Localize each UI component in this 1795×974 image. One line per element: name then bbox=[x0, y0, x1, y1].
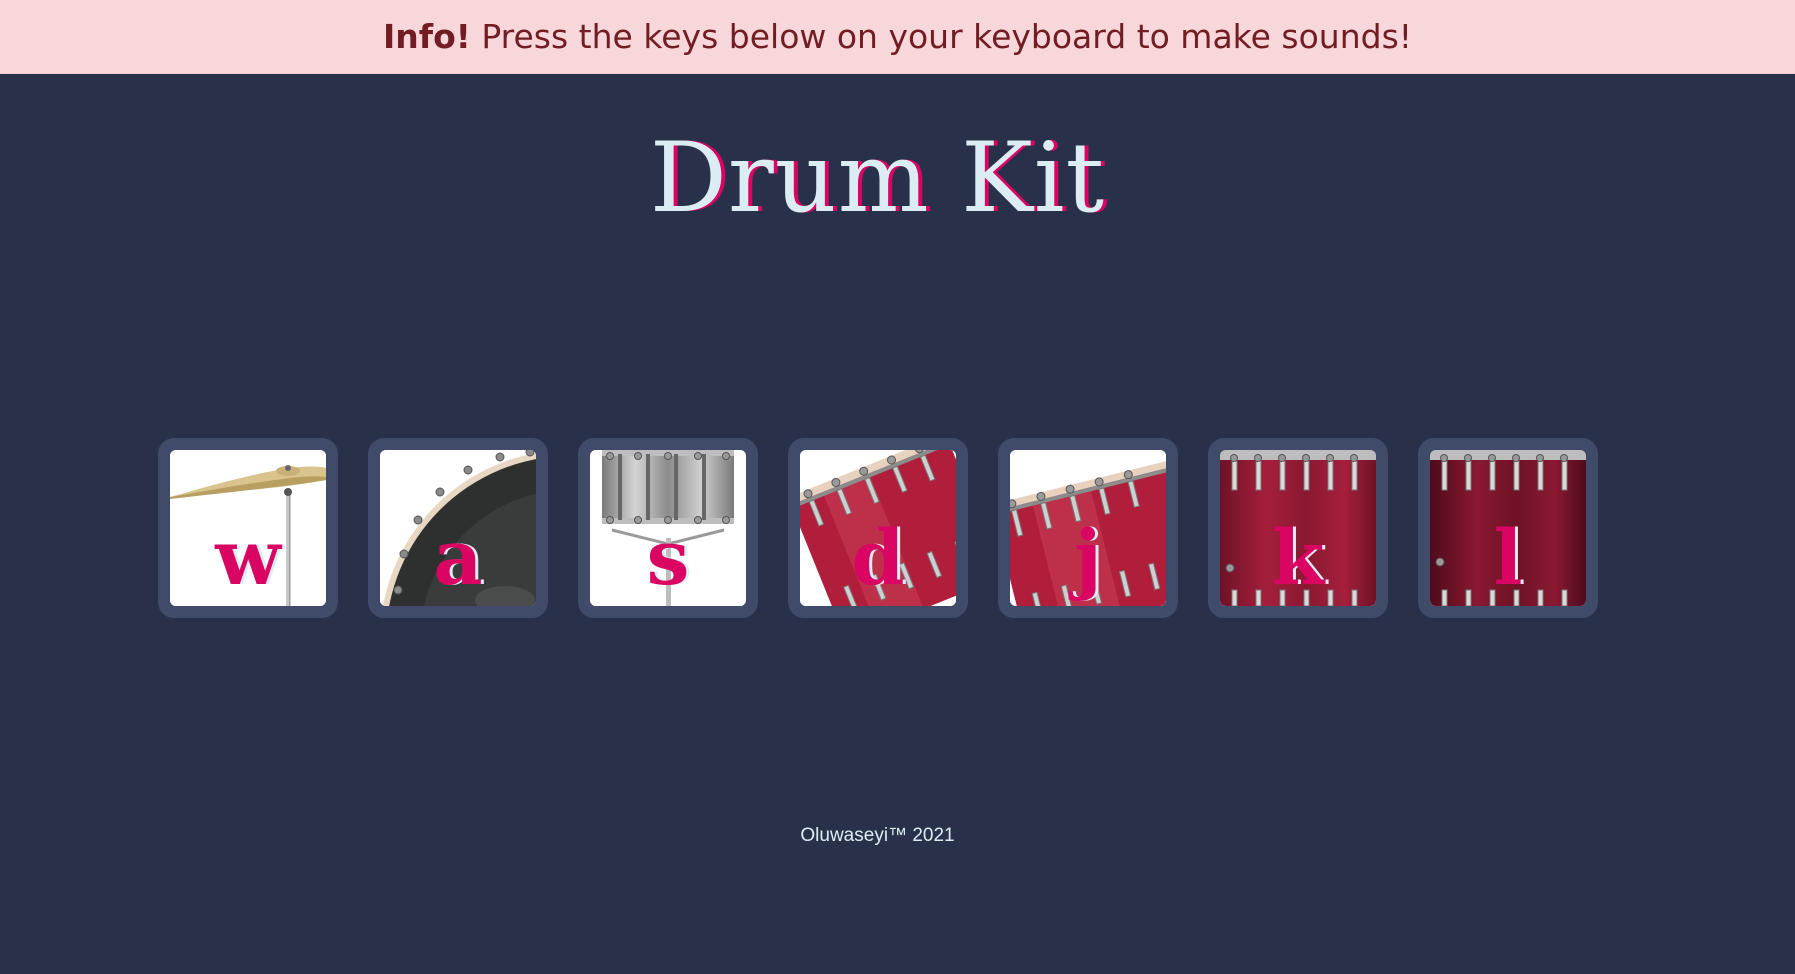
drum-key-label: k bbox=[1271, 513, 1325, 602]
drum-key-label: a bbox=[433, 513, 483, 602]
tom-2-image: j bbox=[1010, 450, 1166, 606]
info-alert: Info! Press the keys below on your keybo… bbox=[0, 0, 1795, 74]
drum-key-label: j bbox=[1074, 513, 1102, 602]
drum-button-l[interactable]: l bbox=[1418, 438, 1598, 618]
drum-set: w a s d j k l bbox=[158, 438, 1598, 618]
tom-1-image: d bbox=[800, 450, 956, 606]
drum-key-label: s bbox=[646, 513, 690, 602]
drum-key-label: d bbox=[851, 513, 905, 602]
drum-key-label: l bbox=[1493, 513, 1523, 602]
footer-copyright: Oluwaseyi™ 2021 bbox=[800, 825, 955, 846]
tom-4-image: l bbox=[1430, 450, 1586, 606]
drum-key-label: w bbox=[215, 513, 281, 602]
crash-cymbal-image: w bbox=[170, 450, 326, 606]
drum-button-w[interactable]: w bbox=[158, 438, 338, 618]
drum-button-j[interactable]: j bbox=[998, 438, 1178, 618]
drum-button-a[interactable]: a bbox=[368, 438, 548, 618]
alert-message: Press the keys below on your keyboard to… bbox=[470, 17, 1412, 56]
page-title: Drum Kit bbox=[649, 122, 1106, 234]
alert-label: Info! bbox=[382, 17, 471, 56]
drum-button-k[interactable]: k bbox=[1208, 438, 1388, 618]
drum-button-s[interactable]: s bbox=[578, 438, 758, 618]
drum-button-d[interactable]: d bbox=[788, 438, 968, 618]
snare-image: s bbox=[590, 450, 746, 606]
tom-3-image: k bbox=[1220, 450, 1376, 606]
kick-bass-image: a bbox=[380, 450, 536, 606]
